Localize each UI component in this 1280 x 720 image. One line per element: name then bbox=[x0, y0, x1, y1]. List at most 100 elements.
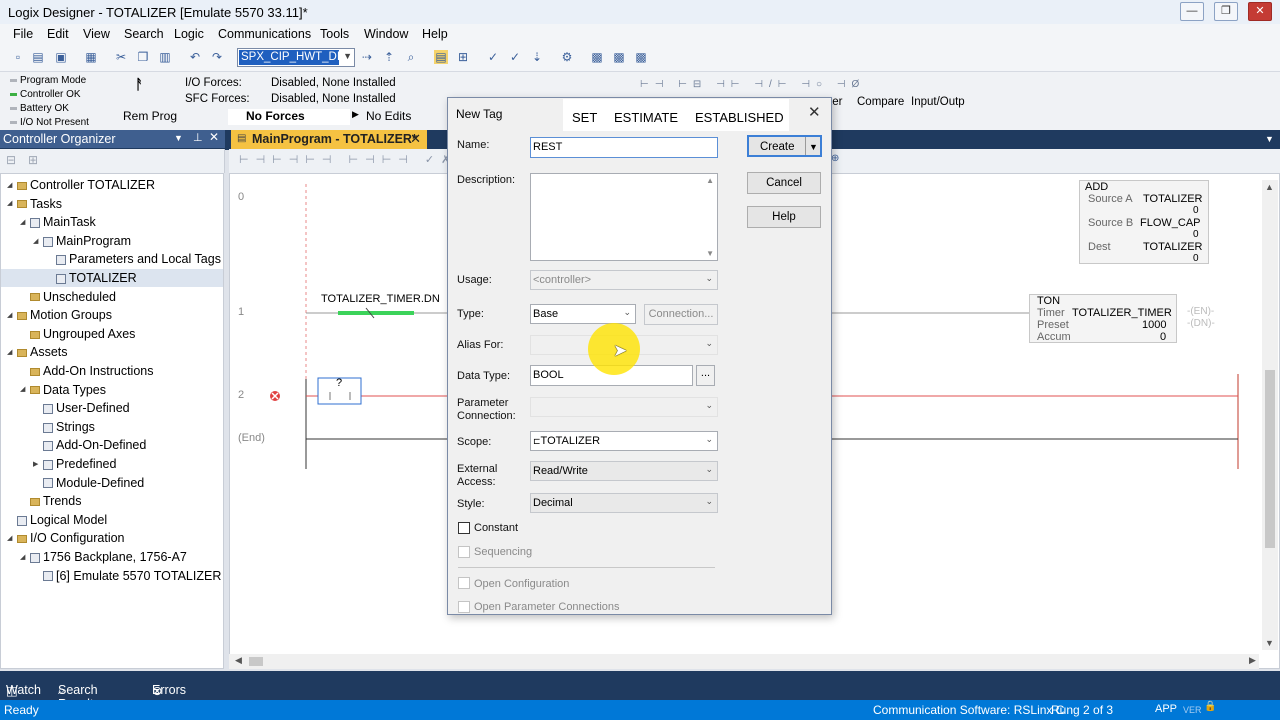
menu-help[interactable]: Help bbox=[422, 27, 448, 41]
timer-tag[interactable]: TOTALIZER_TIMER bbox=[1072, 307, 1172, 319]
browse-icon[interactable]: ⌕ bbox=[404, 50, 418, 64]
tree-item[interactable]: ◢ 1756 Backplane, 1756-A7 bbox=[1, 548, 223, 566]
menu-communications[interactable]: Communications bbox=[218, 27, 311, 41]
module-icon[interactable]: ▩ bbox=[590, 50, 604, 64]
chevron-down-icon[interactable]: ▼ bbox=[343, 51, 352, 61]
preset-value[interactable]: 1000 bbox=[1142, 319, 1166, 331]
mode-dropdown[interactable]: Rem Prog bbox=[123, 109, 177, 123]
vertical-scrollbar[interactable]: ▲ ▼ bbox=[1262, 180, 1278, 650]
tree-item[interactable]: Trends bbox=[1, 492, 223, 510]
tab-mainprogram[interactable]: ▤ MainProgram - TOTALIZER* ✕ bbox=[231, 130, 427, 149]
menu-file[interactable]: File bbox=[13, 27, 33, 41]
horizontal-scrollbar[interactable]: ◀ ▶ bbox=[229, 654, 1259, 669]
pin-icon[interactable]: ⊥ bbox=[193, 131, 203, 144]
close-tab-icon[interactable]: ✕ bbox=[410, 131, 421, 147]
tree-item[interactable]: ◢ Motion Groups bbox=[1, 306, 223, 324]
menu-logic[interactable]: Logic bbox=[174, 27, 204, 41]
collapse-arrow-icon[interactable]: ◢ bbox=[20, 214, 30, 232]
expand-icon[interactable]: ⊞ bbox=[28, 153, 38, 167]
restore-button[interactable]: ❐ bbox=[1214, 2, 1238, 21]
close-window-button[interactable]: ✕ bbox=[1248, 2, 1272, 21]
tree-item[interactable]: ◢ Assets bbox=[1, 343, 223, 361]
dest-tag[interactable]: TOTALIZER bbox=[1143, 241, 1203, 253]
ladder-elements-icons[interactable]: ⊢⊣ ⊢⊟ ⊣⊢ ⊣/⊢ ⊣○ ⊣Ø bbox=[640, 79, 865, 90]
menu-window[interactable]: Window bbox=[364, 27, 408, 41]
tab-overflow-icon[interactable]: ▼ bbox=[1265, 134, 1274, 144]
ton-instruction-block[interactable]: TON Timer TOTALIZER_TIMER Preset 1000 Ac… bbox=[1029, 294, 1177, 343]
collapse-arrow-icon[interactable]: ◢ bbox=[20, 549, 30, 567]
zoom-icon[interactable]: ⊕ bbox=[831, 153, 839, 164]
source-a-tag[interactable]: TOTALIZER bbox=[1143, 193, 1203, 205]
new-icon[interactable]: ▫ bbox=[11, 50, 25, 64]
collapse-arrow-icon[interactable]: ◢ bbox=[7, 530, 17, 548]
tree-item[interactable]: ◢ I/O Configuration bbox=[1, 529, 223, 547]
tree-item[interactable]: ◢ MainProgram bbox=[1, 232, 223, 250]
tree-item[interactable]: ◢ Controller TOTALIZER bbox=[1, 176, 223, 194]
menu-view[interactable]: View bbox=[83, 27, 110, 41]
help-button[interactable]: Help bbox=[747, 206, 821, 228]
redo-icon[interactable]: ↷ bbox=[210, 50, 224, 64]
source-b-tag[interactable]: FLOW_CAP bbox=[1140, 217, 1201, 229]
collapse-arrow-icon[interactable]: ◢ bbox=[20, 381, 30, 399]
module-3-icon[interactable]: ▩ bbox=[634, 50, 648, 64]
open-icon[interactable]: ▤ bbox=[31, 50, 45, 64]
print-icon[interactable]: ▦ bbox=[84, 50, 98, 64]
verify-icon[interactable]: ✓ bbox=[486, 50, 500, 64]
constant-checkbox[interactable] bbox=[458, 522, 470, 534]
instruction-placeholder[interactable]: ? bbox=[336, 377, 342, 389]
forces-arrow-icon[interactable]: ▶ bbox=[352, 109, 359, 120]
menu-edit[interactable]: Edit bbox=[47, 27, 69, 41]
scroll-thumb[interactable] bbox=[249, 657, 263, 666]
create-split-arrow-icon[interactable]: ▼ bbox=[809, 137, 818, 157]
tree-item[interactable]: ◢ MainTask bbox=[1, 213, 223, 231]
tree-item[interactable]: ◢ Data Types bbox=[1, 381, 223, 399]
tree-item[interactable]: Add-On Instructions bbox=[1, 362, 223, 380]
collapse-arrow-icon[interactable]: ◢ bbox=[33, 233, 43, 251]
tree-item[interactable]: ◢ Tasks bbox=[1, 195, 223, 213]
scope-select[interactable]: ⊏TOTALIZER ⌄ bbox=[530, 431, 718, 451]
tree-item[interactable]: Add-On-Defined bbox=[1, 436, 223, 454]
collapse-arrow-icon[interactable]: ◢ bbox=[7, 195, 17, 213]
close-icon[interactable]: ✕ bbox=[209, 130, 219, 144]
scroll-left-icon[interactable]: ◀ bbox=[235, 655, 242, 666]
instruction-tab-compare[interactable]: Compare bbox=[857, 96, 904, 108]
scroll-up-icon[interactable]: ▲ bbox=[1265, 182, 1274, 192]
tree-item[interactable]: Parameters and Local Tags bbox=[1, 250, 223, 268]
module-2-icon[interactable]: ▩ bbox=[612, 50, 626, 64]
collapse-arrow-icon[interactable]: ◢ bbox=[7, 177, 17, 195]
tree-item[interactable]: User-Defined bbox=[1, 399, 223, 417]
collapse-arrow-icon[interactable]: ◢ bbox=[7, 344, 17, 362]
dropdown-icon[interactable]: ▼ bbox=[174, 133, 183, 143]
collapse-arrow-icon[interactable]: ◢ bbox=[7, 307, 17, 325]
instruction-tab-inputoutput[interactable]: Input/Outp bbox=[911, 96, 965, 108]
menu-tools[interactable]: Tools bbox=[320, 27, 349, 41]
tree-item[interactable]: [6] Emulate 5570 TOTALIZER bbox=[1, 567, 223, 585]
create-button[interactable]: Create ▼ bbox=[747, 135, 822, 157]
import-icon[interactable]: ⇣ bbox=[530, 50, 544, 64]
verify-all-icon[interactable]: ✓ bbox=[508, 50, 522, 64]
name-field[interactable]: REST bbox=[530, 137, 718, 158]
menu-search[interactable]: Search bbox=[124, 27, 164, 41]
cut-icon[interactable]: ✂ bbox=[114, 50, 128, 64]
save-icon[interactable]: ▣ bbox=[54, 50, 68, 64]
undo-icon[interactable]: ↶ bbox=[188, 50, 202, 64]
vscroll-thumb[interactable] bbox=[1265, 370, 1275, 548]
cancel-button[interactable]: Cancel bbox=[747, 172, 821, 194]
scroll-right-icon[interactable]: ▶ bbox=[1249, 655, 1256, 666]
desc-scroll-down-icon[interactable]: ▼ bbox=[706, 249, 714, 258]
contact-tag-label[interactable]: TOTALIZER_TIMER.DN bbox=[321, 293, 440, 305]
tree-item[interactable]: Strings bbox=[1, 418, 223, 436]
add-instruction-block[interactable]: ADD Source A TOTALIZER 0 Source B FLOW_C… bbox=[1079, 180, 1209, 264]
desc-scroll-up-icon[interactable]: ▲ bbox=[706, 176, 714, 185]
tree-item[interactable]: TOTALIZER bbox=[1, 269, 223, 287]
tree-item[interactable]: Ungrouped Axes bbox=[1, 325, 223, 343]
dialog-close-icon[interactable]: ✕ bbox=[808, 103, 821, 121]
type-select[interactable]: Base ⌄ bbox=[530, 304, 636, 324]
scroll-down-icon[interactable]: ▼ bbox=[1265, 638, 1274, 648]
upload-icon[interactable]: ⇡ bbox=[382, 50, 396, 64]
tree-icon[interactable]: ⊞ bbox=[456, 50, 470, 64]
organizer-toggle-icon[interactable]: ▤ bbox=[434, 50, 448, 64]
minimize-button[interactable]: — bbox=[1180, 2, 1204, 21]
copy-icon[interactable]: ❐ bbox=[136, 50, 150, 64]
path-combo[interactable]: SPX_CIP_HWT_DI.0 ▼ bbox=[237, 48, 355, 67]
